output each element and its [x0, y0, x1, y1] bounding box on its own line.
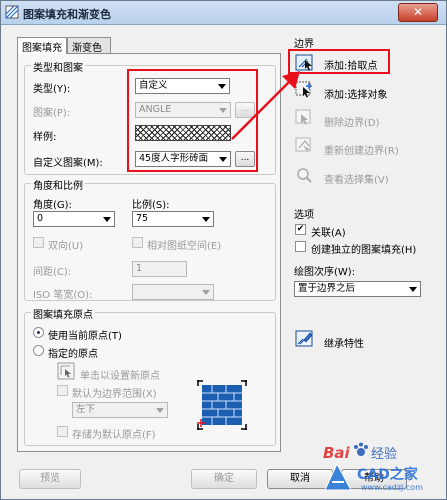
inherit-properties-icon[interactable] — [294, 329, 316, 349]
pick-origin-icon[interactable] — [57, 362, 75, 380]
origin-position-value: 左下 — [76, 404, 96, 415]
recreate-boundary-button[interactable]: 重新创建边界(R) — [324, 142, 399, 157]
scale-value: 75 — [136, 213, 149, 224]
chevron-down-icon — [103, 217, 111, 222]
associative-label: 关联(A) — [311, 228, 346, 239]
close-icon: ✕ — [412, 5, 424, 19]
draw-order-select[interactable]: 置于边界之后 — [294, 281, 421, 297]
chevron-down-icon — [156, 408, 164, 413]
type-label: 类型(Y): — [33, 84, 71, 95]
current-origin-label: 使用当前原点(T) — [48, 331, 122, 342]
swatch-label: 样例: — [33, 132, 57, 143]
title-bar: 图案填充和渐变色 ✕ — [1, 1, 446, 25]
pattern-select[interactable]: ANGLE — [135, 102, 231, 118]
pattern-value: ANGLE — [139, 104, 172, 115]
specified-origin-label: 指定的原点 — [48, 349, 98, 360]
angle-value: 0 — [37, 213, 44, 224]
click-set-origin-label: 单击以设置新原点 — [80, 371, 160, 382]
cad-logo-icon — [324, 462, 352, 491]
specified-origin-radio[interactable] — [33, 345, 44, 356]
add-pick-points-button[interactable]: 添加:拾取点 — [324, 57, 377, 72]
origin-title: 图案填充原点 — [31, 306, 95, 321]
preview-button[interactable]: 预览 — [19, 469, 81, 489]
type-pattern-title: 类型和图案 — [31, 59, 85, 74]
custom-pattern-value: 45度人字形砖面 — [139, 153, 209, 164]
draw-order-value: 置于边界之后 — [298, 283, 356, 294]
tab-gradient[interactable]: 渐变色 — [67, 37, 111, 54]
angle-scale-title: 角度和比例 — [31, 177, 85, 192]
brick-origin-preview-icon — [197, 380, 247, 430]
associative-checkbox[interactable]: ✔ — [295, 224, 306, 235]
current-origin-radio[interactable] — [33, 327, 44, 338]
angle-select[interactable]: 0 — [33, 211, 115, 227]
watermark-baidu: Bai — [323, 444, 350, 462]
scale-label: 比例(S): — [132, 200, 170, 211]
store-default-label: 存储为默认原点(F) — [72, 430, 156, 441]
angle-scale-group: 角度和比例 角度(G): 0 比例(S): 75 双向(U) 相对图纸空间(E)… — [24, 177, 276, 301]
double-label: 双向(U) — [48, 241, 84, 252]
add-select-objects-button[interactable]: 添加:选择对象 — [324, 86, 387, 101]
watermark-cad: CAD之家 — [357, 467, 418, 483]
view-selection-icon[interactable] — [294, 165, 316, 185]
independent-checkbox[interactable] — [295, 241, 306, 252]
relative-label: 相对图纸空间(E) — [147, 241, 222, 252]
type-value: 自定义 — [139, 80, 168, 91]
independent-label: 创建独立的图案填充(H) — [311, 245, 417, 256]
chevron-down-icon — [202, 290, 210, 295]
paw-icon — [354, 442, 368, 456]
close-button[interactable]: ✕ — [398, 3, 438, 22]
iso-select[interactable] — [132, 284, 214, 300]
hatch-app-icon — [5, 5, 19, 19]
origin-position-select[interactable]: 左下 — [72, 402, 168, 418]
scale-select[interactable]: 75 — [132, 211, 214, 227]
chevron-down-icon — [409, 287, 417, 292]
chevron-down-icon — [218, 84, 226, 89]
chevron-down-icon — [219, 157, 227, 162]
ok-button[interactable]: 确定 — [191, 469, 257, 489]
spacing-label: 间距(C): — [33, 267, 72, 278]
window-title: 图案填充和渐变色 — [23, 8, 111, 21]
inherit-properties-button[interactable]: 继承特性 — [324, 335, 364, 350]
boundary-title: 边界 — [294, 35, 314, 50]
default-extent-label: 默认为边界范围(X) — [72, 389, 157, 400]
chevron-down-icon — [202, 217, 210, 222]
iso-label: ISO 笔宽(O): — [33, 290, 93, 301]
default-extent-checkbox[interactable] — [57, 385, 68, 396]
watermark: Bai 经验 CAD之家 www.cadzj.com — [319, 438, 444, 496]
watermark-jingyan: 经验 — [371, 447, 398, 462]
hatch-dialog: 图案填充和渐变色 ✕ 图案填充 渐变色 类型和图案 类型(Y): 自定义 图案(… — [0, 0, 447, 500]
watermark-url: www.cadzj.com — [361, 483, 423, 492]
double-checkbox[interactable] — [33, 237, 44, 248]
spacing-input[interactable]: 1 — [132, 261, 187, 277]
custom-pattern-browse-button[interactable]: ... — [235, 151, 255, 167]
custom-pattern-select[interactable]: 45度人字形砖面 — [135, 151, 231, 167]
store-default-checkbox[interactable] — [57, 426, 68, 437]
hatch-origin-group: 图案填充原点 使用当前原点(T) 指定的原点 单击以设置新原点 默认为边界范围(… — [24, 306, 276, 446]
relative-checkbox[interactable] — [132, 237, 143, 248]
annotation-arrow — [231, 71, 300, 140]
pattern-label: 图案(P): — [33, 108, 71, 119]
view-selection-button[interactable]: 查看选择集(V) — [324, 171, 389, 186]
draw-order-label: 绘图次序(W): — [294, 267, 356, 278]
remove-boundary-button[interactable]: 删除边界(D) — [324, 114, 380, 129]
angle-label: 角度(G): — [33, 200, 72, 211]
pattern-swatch[interactable] — [135, 125, 231, 141]
custom-pattern-label: 自定义图案(M): — [33, 158, 103, 169]
options-title: 选项 — [294, 206, 314, 221]
type-select[interactable]: 自定义 — [135, 78, 230, 94]
tab-hatch[interactable]: 图案填充 — [17, 37, 67, 54]
